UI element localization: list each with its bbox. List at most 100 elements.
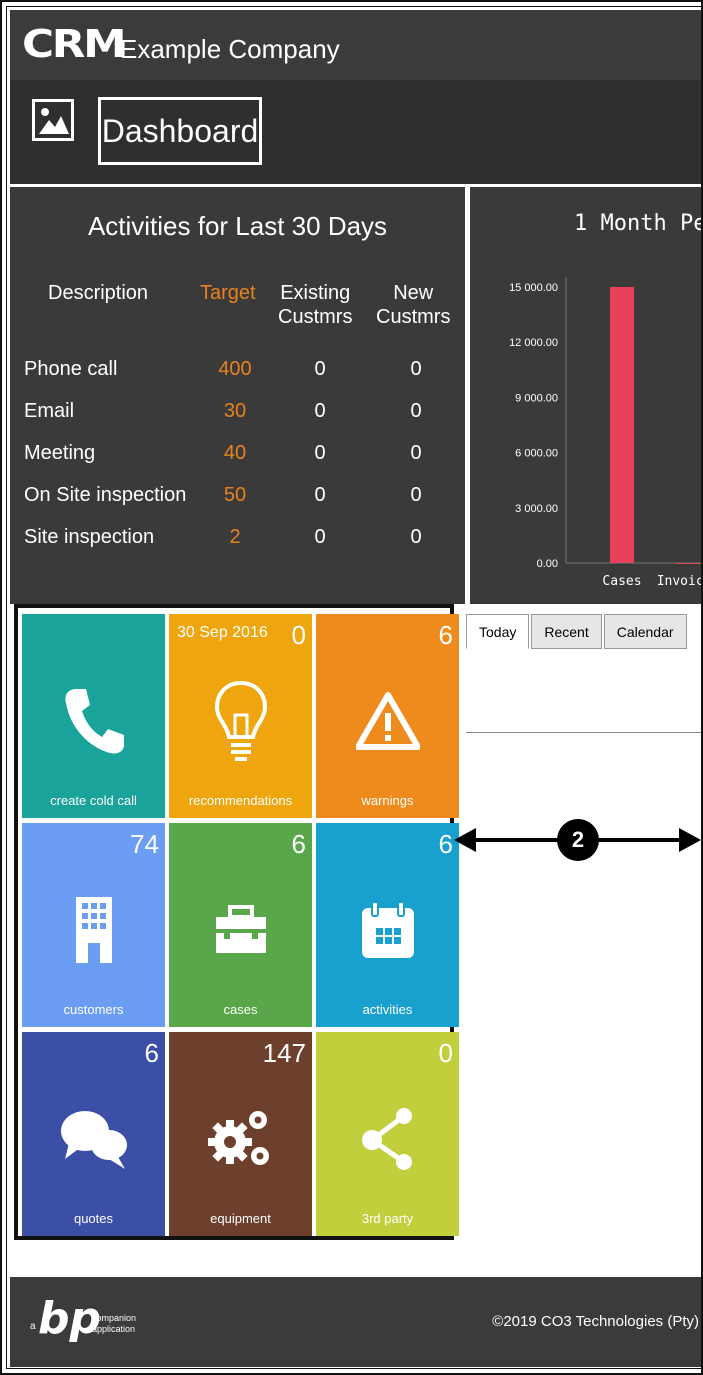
activity-description: On Site inspection <box>24 484 187 506</box>
activity-existing: 0 <box>314 400 326 422</box>
tile-label: equipment <box>210 1211 271 1226</box>
tile-count: 6 <box>438 829 453 859</box>
image-icon[interactable] <box>32 99 74 141</box>
tile-create-cold-call[interactable]: create cold call <box>22 614 165 818</box>
tile-customers[interactable]: 74 customers <box>22 823 165 1027</box>
tile-quotes[interactable]: 6 quotes <box>22 1032 165 1236</box>
activity-new: 0 <box>410 442 422 464</box>
column-existing: Existing Custmrs <box>278 281 352 329</box>
activity-target: 400 <box>218 358 252 380</box>
tile-count: 0 <box>438 1038 453 1068</box>
top-bar: CRM Example Company <box>10 10 703 80</box>
x-tick-label: Cases <box>602 574 641 589</box>
page-title-box: Dashboard <box>98 97 262 165</box>
tile-count: 0 <box>291 620 306 650</box>
tile-count: 6 <box>291 829 306 859</box>
activity-row: Meeting 40 0 0 <box>10 434 465 474</box>
x-tick-label: Invoices <box>657 574 703 589</box>
y-tick-label: 0.00 <box>537 558 558 570</box>
tile-label: quotes <box>73 1211 114 1226</box>
warning-icon <box>316 676 459 766</box>
activity-row: Phone call 400 0 0 <box>10 350 465 390</box>
activity-new: 0 <box>410 484 422 506</box>
logo-small-a: a <box>30 1321 36 1332</box>
activity-new: 0 <box>410 358 422 380</box>
activity-existing: 0 <box>314 484 326 506</box>
y-tick-label: 15 000.00 <box>509 282 558 294</box>
chat-icon <box>22 1094 165 1184</box>
tab-bar: Today Recent Calendar <box>466 614 689 651</box>
bar-invoices <box>676 563 700 564</box>
arrow-left-head <box>454 828 476 852</box>
tile-cases[interactable]: 6 cases <box>169 823 312 1027</box>
activity-description: Site inspection <box>24 526 155 548</box>
column-existing-line1: Existing <box>280 282 351 304</box>
tile-label: create cold call <box>50 793 137 808</box>
activity-description: Meeting <box>24 442 96 464</box>
company-name: Example Company <box>120 34 340 64</box>
y-tick-label: 3 000.00 <box>515 503 558 515</box>
tile-count: 6 <box>438 620 453 650</box>
logo-small-application: application <box>92 1324 135 1334</box>
column-target: Target <box>200 282 256 304</box>
tile-activities[interactable]: 6 activities <box>316 823 459 1027</box>
logo-small-companion: companion <box>92 1313 136 1323</box>
callout-number: 2 <box>571 827 585 852</box>
column-new-line1: New <box>393 282 434 304</box>
activity-target: 30 <box>223 400 247 422</box>
logo-text: CRM <box>22 22 127 66</box>
tile-count: 147 <box>262 1038 306 1068</box>
bar-cases <box>610 287 634 563</box>
share-icon <box>316 1094 459 1184</box>
calendar-icon <box>316 885 459 975</box>
activity-target: 50 <box>223 484 247 506</box>
tab-calendar[interactable]: Calendar <box>603 614 687 649</box>
tab-recent[interactable]: Recent <box>531 614 602 649</box>
y-tick-label: 6 000.00 <box>515 448 558 460</box>
tab-today[interactable]: Today <box>466 614 530 649</box>
arrow-right-head <box>679 828 701 852</box>
column-new-line2: Custmrs <box>376 306 451 328</box>
activity-row: Email 30 0 0 <box>10 392 465 432</box>
phone-icon <box>22 676 165 766</box>
page-title: Dashboard <box>101 113 259 149</box>
y-tick-label: 12 000.00 <box>509 337 558 349</box>
activities-title: Activities for Last 30 Days <box>87 211 388 241</box>
activity-new: 0 <box>410 400 422 422</box>
chart-panel: 1 Month Per 15 000.0012 000.009 000.006 … <box>470 187 703 604</box>
tile-3rd-party[interactable]: 0 3rd party <box>316 1032 459 1236</box>
bar-chart: 15 000.00 12 000.00 9 000.00 6 000.00 3 000.… <box>509 277 703 589</box>
activity-description: Email <box>24 400 75 422</box>
activity-target: 2 <box>229 526 241 548</box>
footer: a bp companion application ©2019 CO3 Tec… <box>10 1277 703 1367</box>
tile-label: recommendations <box>188 793 293 808</box>
activity-row: On Site inspection 50 0 0 <box>10 476 465 516</box>
tile-label: warnings <box>361 793 414 808</box>
y-tick-label: 9 000.00 <box>515 392 558 404</box>
tiles-grid: create cold call 30 Sep 2016 0 recommendati… <box>14 604 459 1240</box>
activity-existing: 0 <box>314 358 326 380</box>
tile-count: 6 <box>144 1038 159 1068</box>
tile-label: 3rd party <box>361 1211 414 1226</box>
tile-count: 74 <box>130 829 159 859</box>
activity-new: 0 <box>410 526 422 548</box>
lightbulb-icon <box>169 676 312 766</box>
column-new: New Custmrs <box>376 281 450 329</box>
gears-icon <box>169 1094 312 1184</box>
companion-logo: a bp companion application <box>30 1291 150 1360</box>
tile-recommendations[interactable]: 30 Sep 2016 0 recommendations <box>169 614 312 818</box>
crm-logo[interactable]: CRM <box>22 24 127 64</box>
activities-panel: Activities for Last 30 Days Description … <box>10 187 465 604</box>
column-existing-line2: Custmrs <box>278 306 353 328</box>
tile-equipment[interactable]: 147 equipment <box>169 1032 312 1236</box>
column-description: Description <box>48 282 149 304</box>
activity-description: Phone call <box>24 358 118 380</box>
tile-warnings[interactable]: 6 warnings <box>316 614 459 818</box>
activity-row: Site inspection 2 0 0 <box>10 518 465 558</box>
briefcase-icon <box>169 885 312 975</box>
activity-existing: 0 <box>314 442 326 464</box>
tile-label: customers <box>63 1002 124 1017</box>
tile-date: 30 Sep 2016 <box>177 624 268 641</box>
tile-label: activities <box>362 1002 413 1017</box>
building-icon <box>22 885 165 975</box>
